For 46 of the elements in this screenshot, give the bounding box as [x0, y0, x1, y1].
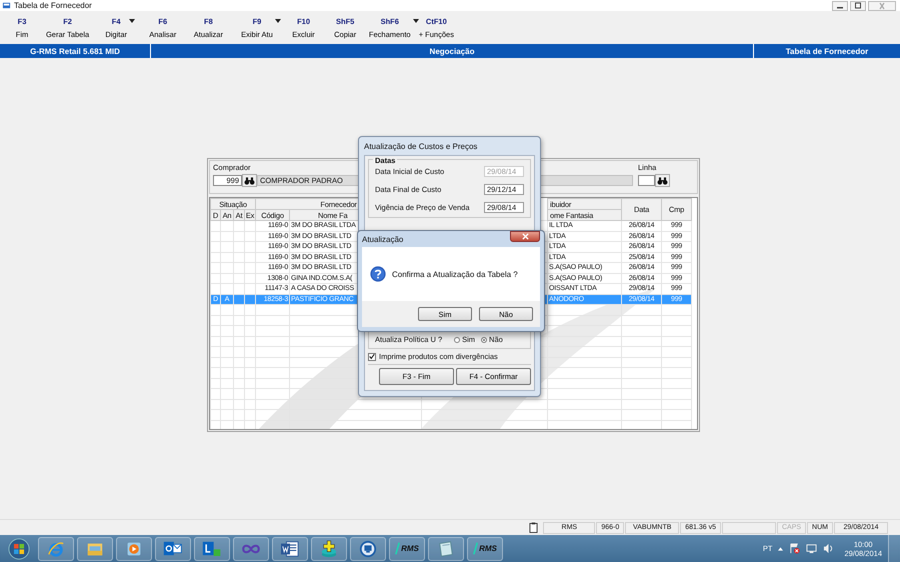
maximize-icon[interactable]: [853, 2, 863, 10]
taskbar-button[interactable]: [311, 536, 347, 560]
app-logo-text: RMS: [401, 544, 419, 553]
taskbar-button[interactable]: [233, 536, 269, 560]
status-cell: [722, 522, 776, 534]
slash-icon: [473, 542, 478, 555]
caret-icon[interactable]: [129, 18, 136, 22]
speaker-icon[interactable]: [823, 543, 834, 554]
line-field[interactable]: [638, 175, 655, 186]
network-icon[interactable]: [806, 543, 818, 554]
taskbar-button[interactable]: [194, 536, 230, 560]
window-title: Tabela de Fornecedor: [14, 1, 92, 10]
screen-title: Tabela de Fornecedor: [784, 46, 870, 58]
taskbar-button[interactable]: RMS: [467, 536, 503, 560]
caret-icon[interactable]: [274, 18, 281, 22]
module-title: Negociação: [151, 44, 754, 58]
taskbar-button[interactable]: [272, 536, 308, 560]
infinity-icon: [240, 542, 262, 554]
flag-icon[interactable]: [789, 543, 800, 554]
dialog-title: Atualização: [362, 234, 404, 244]
notepad-icon: [437, 540, 455, 558]
taskbar-button[interactable]: [428, 536, 464, 560]
document-icon: [280, 540, 300, 558]
slash-icon: [395, 542, 400, 555]
maximize-button[interactable]: [850, 0, 866, 10]
browser-icon: [47, 540, 65, 558]
system-title: G-RMS Retail 5.681 MID: [0, 44, 151, 58]
search-button[interactable]: [655, 174, 670, 187]
dialog-title: Atualização de Custos e Preços: [363, 140, 478, 153]
check-icon[interactable]: [369, 353, 375, 360]
close-icon[interactable]: [522, 233, 528, 240]
minimize-button[interactable]: [832, 0, 848, 10]
question-icon: [370, 266, 386, 282]
search-button[interactable]: [242, 174, 257, 187]
mail-icon: [163, 540, 183, 557]
taskbar-button[interactable]: RMS: [389, 536, 425, 560]
chat-app-icon: [202, 540, 222, 557]
close-button[interactable]: [510, 231, 540, 242]
plus-icon: [320, 540, 338, 558]
computer-icon: [359, 540, 377, 558]
taskbar-button[interactable]: [155, 536, 191, 560]
caret-icon[interactable]: [412, 18, 419, 22]
app-logo-text: RMS: [479, 544, 497, 553]
taskbar-button[interactable]: [350, 536, 386, 560]
play-icon: [126, 540, 142, 556]
clipboard-icon: [529, 522, 538, 533]
